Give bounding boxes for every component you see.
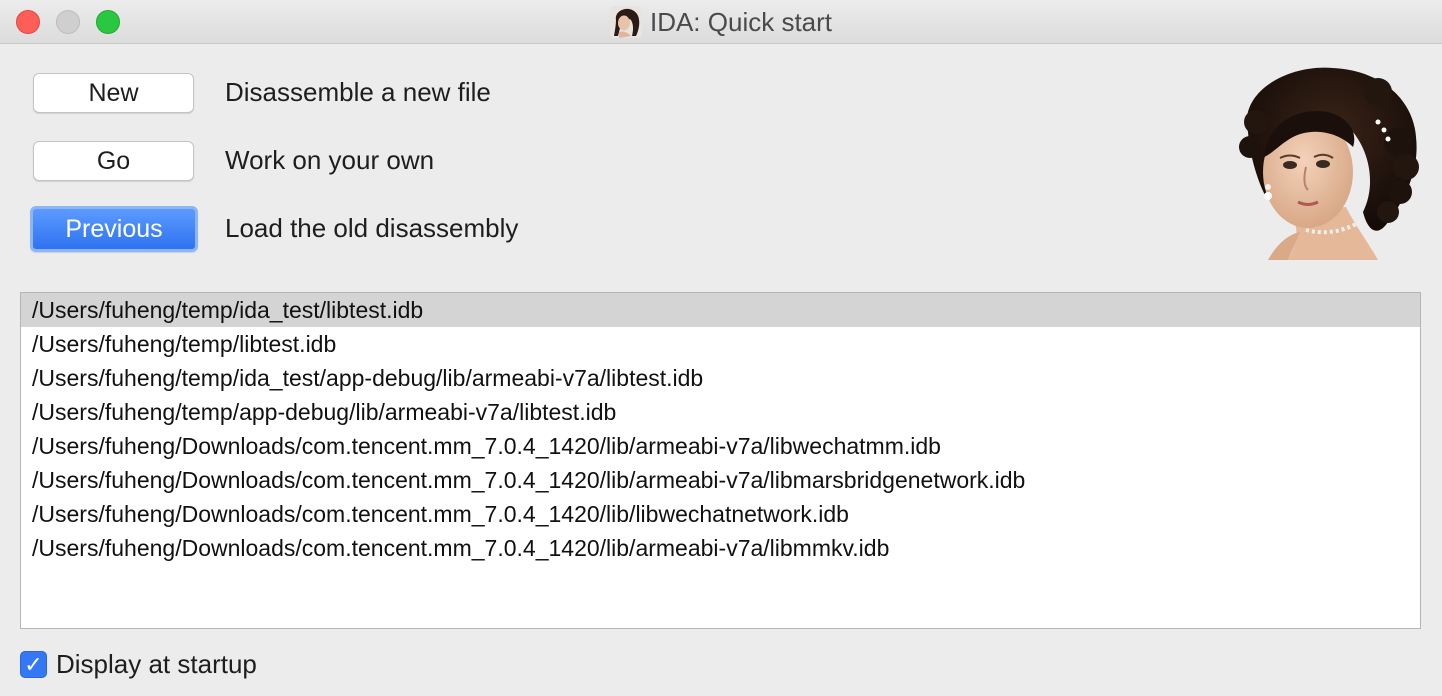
recent-file-item[interactable]: /Users/fuheng/Downloads/com.tencent.mm_7… — [21, 463, 1420, 497]
go-button[interactable]: Go — [33, 141, 194, 181]
recent-file-item[interactable]: /Users/fuheng/Downloads/com.tencent.mm_7… — [21, 429, 1420, 463]
previous-button[interactable]: Previous — [30, 206, 198, 252]
recent-file-item[interactable]: /Users/fuheng/temp/app-debug/lib/armeabi… — [21, 395, 1420, 429]
recent-file-item[interactable]: /Users/fuheng/Downloads/com.tencent.mm_7… — [21, 531, 1420, 565]
display-at-startup-checkbox[interactable]: ✓ — [20, 651, 47, 678]
recent-file-item[interactable]: /Users/fuheng/temp/libtest.idb — [21, 327, 1420, 361]
portrait-icon — [609, 6, 642, 38]
new-description: Disassemble a new file — [225, 77, 491, 107]
display-at-startup-option[interactable]: ✓ Display at startup — [20, 649, 257, 680]
portrait-image — [1228, 62, 1420, 260]
display-at-startup-label[interactable]: Display at startup — [56, 649, 257, 680]
previous-description: Load the old disassembly — [225, 213, 519, 243]
recent-files-list[interactable]: /Users/fuheng/temp/ida_test/libtest.idb … — [20, 292, 1421, 629]
recent-file-item[interactable]: /Users/fuheng/temp/ida_test/app-debug/li… — [21, 361, 1420, 395]
window-title: IDA: Quick start — [649, 6, 833, 37]
go-description: Work on your own — [225, 145, 435, 175]
recent-file-item[interactable]: /Users/fuheng/Downloads/com.tencent.mm_7… — [21, 497, 1420, 531]
new-button[interactable]: New — [33, 73, 194, 113]
title-bar: IDA: Quick start — [0, 0, 1442, 44]
recent-file-item[interactable]: /Users/fuheng/temp/ida_test/libtest.idb — [21, 293, 1420, 327]
